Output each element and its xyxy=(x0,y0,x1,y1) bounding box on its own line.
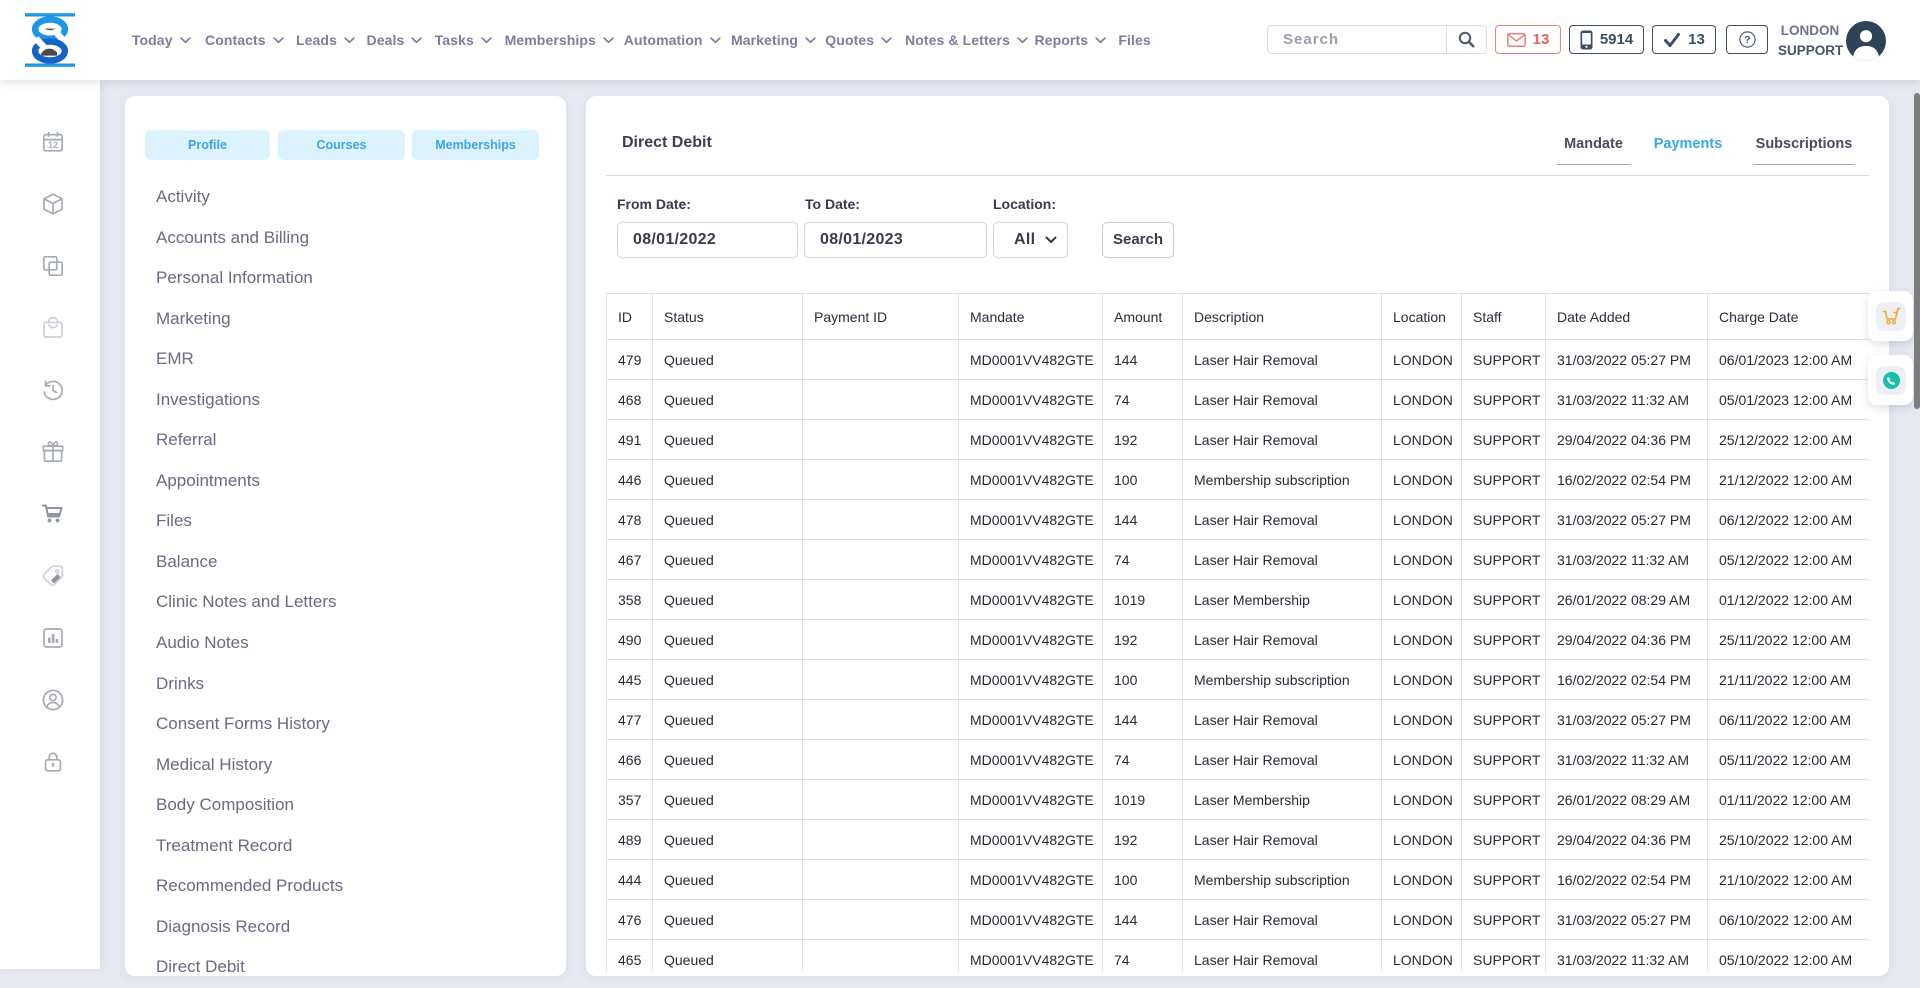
svg-text:12: 12 xyxy=(47,140,57,150)
svg-text:?: ? xyxy=(1744,34,1750,46)
